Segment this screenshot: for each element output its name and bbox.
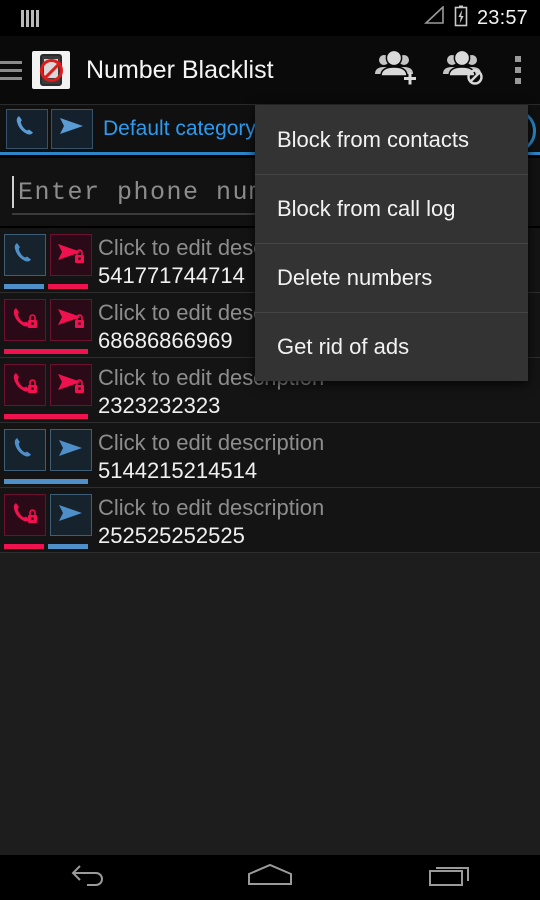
blacklist-app-icon bbox=[32, 51, 70, 89]
row-sms-toggle[interactable] bbox=[50, 429, 92, 471]
sms-send-icon bbox=[57, 436, 85, 465]
recents-icon bbox=[424, 862, 476, 893]
row-number: 5144215214514 bbox=[98, 457, 258, 483]
battery-charging-icon bbox=[454, 5, 468, 32]
row-icons bbox=[0, 228, 92, 292]
menu-item-delete-numbers[interactable]: Delete numbers bbox=[255, 243, 528, 312]
phone-blocked-icon bbox=[11, 305, 39, 336]
row-text[interactable]: Click to edit description 252525252525 bbox=[92, 488, 540, 552]
row-sms-toggle[interactable] bbox=[50, 234, 92, 276]
row-sms-toggle[interactable] bbox=[50, 299, 92, 341]
group-add-icon bbox=[371, 49, 417, 90]
row-description[interactable]: Click to edit description bbox=[98, 429, 540, 457]
row-status-bar bbox=[4, 349, 88, 354]
group-block-icon bbox=[439, 49, 485, 90]
row-number: 252525252525 bbox=[98, 522, 245, 548]
row-text[interactable]: Click to edit description 5144215214514 bbox=[92, 423, 540, 487]
row-status-bar bbox=[4, 414, 88, 419]
table-row[interactable]: Click to edit description 5144215214514 bbox=[0, 423, 540, 488]
sms-send-icon bbox=[57, 501, 85, 530]
category-icons bbox=[0, 108, 93, 149]
page-title: Number Blacklist bbox=[86, 55, 274, 84]
category-call-toggle[interactable] bbox=[6, 108, 48, 149]
phone-icon bbox=[14, 113, 40, 144]
action-bar: Number Blacklist bbox=[0, 36, 540, 105]
row-number: 2323232323 bbox=[98, 392, 221, 418]
row-call-toggle[interactable] bbox=[4, 429, 46, 471]
back-icon bbox=[68, 862, 112, 893]
menu-item-block-from-call-log[interactable]: Block from call log bbox=[255, 174, 528, 243]
nav-home-button[interactable] bbox=[210, 855, 330, 900]
nav-back-button[interactable] bbox=[30, 855, 150, 900]
block-group-button[interactable] bbox=[428, 36, 496, 105]
row-icons bbox=[0, 293, 92, 357]
phone-input-placeholder: Enter phone numb bbox=[18, 177, 283, 207]
phone-icon bbox=[12, 435, 38, 466]
table-row[interactable]: Click to edit description 252525252525 bbox=[0, 488, 540, 553]
overflow-popup-menu: Block from contacts Block from call log … bbox=[255, 105, 528, 381]
notification-bars-icon bbox=[12, 9, 39, 27]
add-group-button[interactable] bbox=[360, 36, 428, 105]
row-sms-toggle[interactable] bbox=[50, 364, 92, 406]
sms-blocked-icon bbox=[56, 305, 86, 336]
menu-item-get-rid-of-ads[interactable]: Get rid of ads bbox=[255, 312, 528, 381]
phone-blocked-icon bbox=[11, 500, 39, 531]
phone-screen: 23:57 Number Blacklist Default category … bbox=[0, 0, 540, 900]
hamburger-menu-icon[interactable] bbox=[0, 60, 24, 80]
android-navigation-bar bbox=[0, 855, 540, 900]
row-call-toggle[interactable] bbox=[4, 299, 46, 341]
status-bar-right: 23:57 bbox=[423, 5, 528, 32]
category-sms-toggle[interactable] bbox=[51, 108, 93, 149]
row-icons bbox=[0, 358, 92, 422]
row-call-toggle[interactable] bbox=[4, 234, 46, 276]
row-description[interactable]: Click to edit description bbox=[98, 494, 540, 522]
sms-send-icon bbox=[58, 114, 86, 143]
row-icons bbox=[0, 423, 92, 487]
sms-blocked-icon bbox=[56, 370, 86, 401]
status-bar: 23:57 bbox=[0, 0, 540, 36]
row-status-bar bbox=[4, 479, 88, 484]
category-label: Default category bbox=[103, 116, 256, 140]
sms-blocked-icon bbox=[56, 240, 86, 271]
action-bar-actions bbox=[360, 36, 540, 105]
row-icons bbox=[0, 488, 92, 552]
nav-recents-button[interactable] bbox=[390, 855, 510, 900]
overflow-menu-icon[interactable] bbox=[496, 36, 540, 105]
status-bar-clock: 23:57 bbox=[476, 6, 528, 29]
empty-list-area bbox=[0, 553, 540, 855]
row-sms-toggle[interactable] bbox=[50, 494, 92, 536]
row-call-toggle[interactable] bbox=[4, 364, 46, 406]
home-icon bbox=[242, 862, 298, 893]
row-status-bar bbox=[4, 544, 88, 549]
row-status-bar bbox=[4, 284, 88, 289]
menu-item-block-from-contacts[interactable]: Block from contacts bbox=[255, 105, 528, 174]
status-bar-left bbox=[12, 9, 39, 27]
signal-triangle-icon bbox=[423, 5, 445, 30]
phone-blocked-icon bbox=[11, 370, 39, 401]
phone-icon bbox=[12, 240, 38, 271]
row-call-toggle[interactable] bbox=[4, 494, 46, 536]
